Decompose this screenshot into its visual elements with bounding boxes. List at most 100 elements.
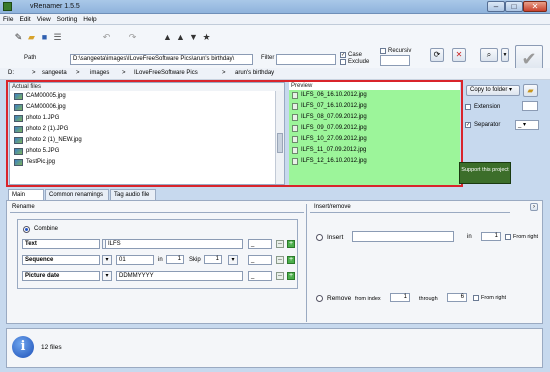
remove-radio[interactable] bbox=[316, 295, 323, 302]
date-format-select[interactable]: DDMMYYYY bbox=[116, 271, 243, 281]
close-button[interactable]: ✕ bbox=[523, 1, 547, 12]
remove-from-right-checkbox[interactable] bbox=[473, 295, 479, 301]
text-value-input[interactable]: ILFS bbox=[105, 239, 243, 249]
menu-edit[interactable]: Edit bbox=[16, 14, 33, 25]
add-rule-button[interactable]: + bbox=[287, 240, 295, 248]
menu-sorting[interactable]: Sorting bbox=[54, 14, 81, 25]
file-row[interactable]: CAM00006.jpg bbox=[10, 102, 284, 113]
refresh-button[interactable]: ⟳ bbox=[430, 48, 444, 62]
maximize-button[interactable]: □ bbox=[505, 1, 523, 12]
extension-checkbox[interactable] bbox=[465, 104, 471, 110]
rule-type-select[interactable]: Sequence bbox=[22, 255, 100, 265]
tab-tag-audio-file[interactable]: Tag audio file bbox=[110, 189, 156, 200]
remove-from-right-label: From right bbox=[481, 295, 507, 301]
file-name: CAM00005.jpg bbox=[26, 93, 66, 99]
add-rule-button[interactable]: + bbox=[287, 272, 295, 280]
delete-button[interactable]: ✕ bbox=[452, 48, 466, 62]
open-folder-icon[interactable]: ▰ bbox=[27, 33, 36, 42]
file-name: photo 2 (1).JPG bbox=[26, 126, 69, 132]
exclude-checkbox[interactable] bbox=[340, 59, 346, 65]
preview-row[interactable]: ILFS_11_07.09.2012.jpg bbox=[289, 145, 460, 156]
insert-remove-header: Insert/remove bbox=[314, 204, 351, 210]
save-icon[interactable]: ■ bbox=[40, 33, 49, 42]
title-bar: vRenamer 1.5.5 – □ ✕ bbox=[0, 0, 550, 14]
recursiv-depth-input[interactable] bbox=[380, 55, 410, 66]
file-row[interactable]: photo 5.JPG bbox=[10, 146, 284, 157]
menu-help[interactable]: Help bbox=[80, 14, 99, 25]
remove-rule-button[interactable]: – bbox=[276, 256, 284, 264]
breadcrumb-item[interactable]: sangeeta bbox=[42, 70, 67, 76]
new-icon[interactable]: ✎ bbox=[14, 33, 23, 42]
rule-type-select[interactable]: Text bbox=[22, 239, 100, 249]
file-row[interactable]: CAM00005.jpg bbox=[10, 91, 284, 102]
remove-rule-button[interactable]: – bbox=[276, 240, 284, 248]
sequence-skip-spinner[interactable]: 1 bbox=[204, 255, 222, 264]
file-name: photo 2 (1)_NEW.jpg bbox=[26, 137, 82, 143]
separator-checkbox[interactable]: ✓ bbox=[465, 122, 471, 128]
tab-main-tasks[interactable]: Main tasks bbox=[8, 189, 44, 208]
rename-header: Rename bbox=[12, 204, 35, 210]
undo-icon[interactable]: ↶ bbox=[102, 33, 111, 42]
preview-row[interactable]: ILFS_06_16.10.2012.jpg bbox=[289, 90, 460, 101]
remove-through-spinner[interactable]: 6 bbox=[447, 293, 467, 302]
menu-view[interactable]: View bbox=[34, 14, 54, 25]
filter-input[interactable] bbox=[276, 54, 336, 65]
separator-select[interactable]: _ bbox=[248, 271, 272, 281]
sequence-start-select[interactable]: 01 bbox=[116, 255, 154, 265]
search-options-dropdown[interactable]: ▼ bbox=[501, 48, 509, 62]
preview-row[interactable]: ILFS_10_27.09.2012.jpg bbox=[289, 134, 460, 145]
rule-type-dropdown[interactable]: ▾ bbox=[102, 255, 112, 265]
breadcrumb-item[interactable]: images bbox=[90, 70, 109, 76]
rule-type-select[interactable]: Picture date bbox=[22, 271, 100, 281]
search-options-button[interactable]: ⌕ bbox=[480, 48, 498, 62]
collapse-icon[interactable]: › bbox=[530, 203, 538, 211]
insert-from-right-checkbox[interactable] bbox=[505, 234, 511, 240]
insert-radio[interactable] bbox=[316, 234, 323, 241]
file-row[interactable]: TestPic.jpg bbox=[10, 157, 284, 168]
browse-folder-button[interactable]: ▰ bbox=[523, 84, 538, 97]
tab-common-renamings[interactable]: Common renamings bbox=[45, 189, 109, 200]
move-up-icon[interactable]: ▲ bbox=[176, 33, 185, 42]
file-row[interactable]: photo 2 (1)_NEW.jpg bbox=[10, 135, 284, 146]
file-icon bbox=[292, 125, 298, 132]
sequence-options-dropdown[interactable]: ▾ bbox=[228, 255, 238, 265]
preview-row[interactable]: ILFS_12_16.10.2012.jpg bbox=[289, 156, 460, 167]
move-top-icon[interactable]: ▲ bbox=[163, 33, 172, 42]
insert-text-input[interactable] bbox=[352, 231, 454, 242]
case-checkbox[interactable]: ✓ bbox=[340, 52, 346, 58]
copy-to-folder-select[interactable]: Copy to folder ▾ bbox=[466, 85, 520, 96]
rule-type-dropdown[interactable]: ▾ bbox=[102, 271, 112, 281]
insert-position-spinner[interactable]: 1 bbox=[481, 232, 501, 241]
breadcrumb-item[interactable]: ILoveFreeSoftware Pics bbox=[134, 70, 198, 76]
recursiv-checkbox[interactable] bbox=[380, 48, 386, 54]
preview-row[interactable]: ILFS_07_16.10.2012.jpg bbox=[289, 101, 460, 112]
list-icon[interactable]: ☰ bbox=[53, 33, 62, 42]
minimize-button[interactable]: – bbox=[487, 1, 505, 12]
support-project-button[interactable]: Support this project bbox=[459, 162, 511, 184]
sequence-in-spinner[interactable]: 1 bbox=[166, 255, 184, 264]
path-input[interactable]: D:\sangeeta\images\ILoveFreeSoftware Pic… bbox=[70, 54, 253, 65]
app-icon bbox=[3, 2, 12, 11]
file-name: CAM00006.jpg bbox=[26, 104, 66, 110]
preview-row[interactable]: ILFS_09_07.09.2012.jpg bbox=[289, 123, 460, 134]
separator-select[interactable]: _ bbox=[248, 239, 272, 249]
file-row[interactable]: photo 2 (1).JPG bbox=[10, 124, 284, 135]
extension-input[interactable] bbox=[522, 101, 538, 111]
separator-select[interactable]: _ ▾ bbox=[515, 120, 539, 130]
redo-icon[interactable]: ↷ bbox=[128, 33, 137, 42]
breadcrumb-item[interactable]: arun's birthday bbox=[235, 70, 274, 76]
remove-rule-button[interactable]: – bbox=[276, 272, 284, 280]
preview-row[interactable]: ILFS_08_07.09.2012.jpg bbox=[289, 112, 460, 123]
preview-panel: Preview ILFS_06_16.10.2012.jpg ILFS_07_1… bbox=[289, 82, 460, 185]
remove-from-index-spinner[interactable]: 1 bbox=[390, 293, 410, 302]
insert-in-label: in bbox=[467, 234, 472, 240]
separator-select[interactable]: _ bbox=[248, 255, 272, 265]
menu-file[interactable]: File bbox=[0, 14, 16, 25]
add-rule-button[interactable]: + bbox=[287, 256, 295, 264]
breadcrumb-drive[interactable]: D: bbox=[8, 70, 14, 76]
move-bottom-icon[interactable]: ★ bbox=[202, 33, 211, 42]
preview-name: ILFS_09_07.09.2012.jpg bbox=[301, 125, 367, 131]
combine-radio[interactable] bbox=[23, 226, 30, 233]
move-down-icon[interactable]: ▼ bbox=[189, 33, 198, 42]
file-row[interactable]: photo 1.JPG bbox=[10, 113, 284, 124]
